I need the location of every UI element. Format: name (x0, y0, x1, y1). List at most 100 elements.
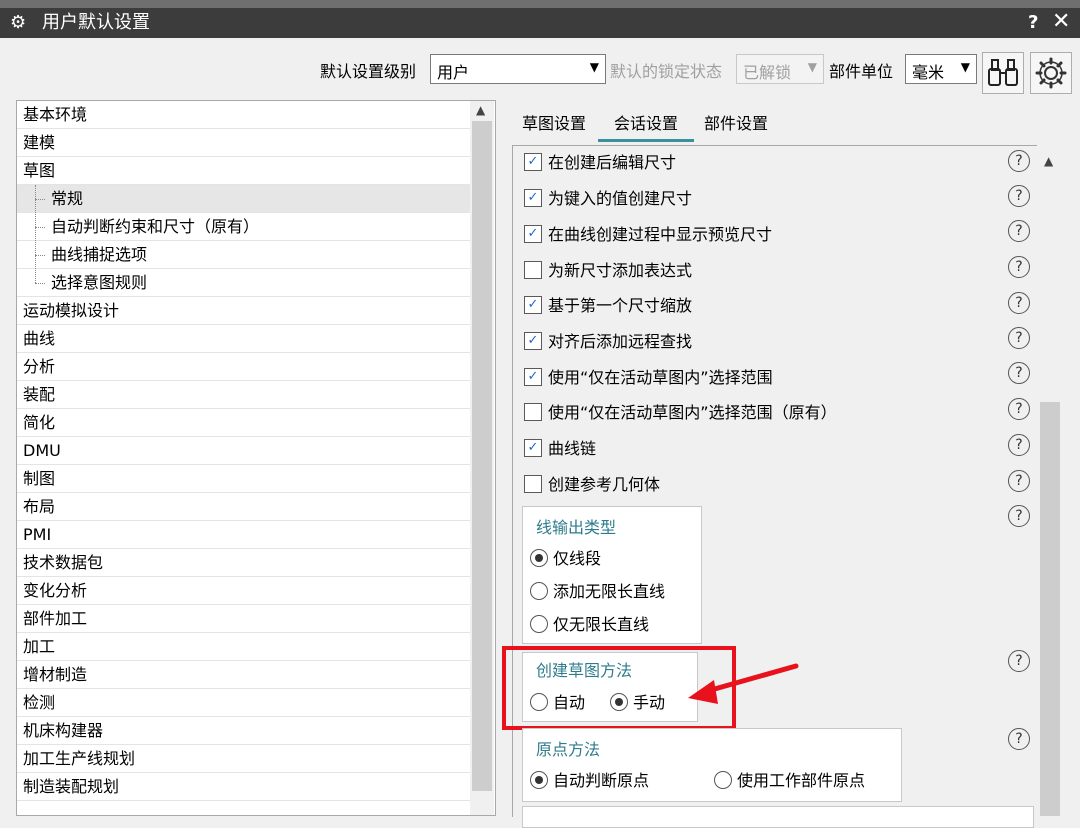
settings-tabs: 草图设置 会话设置 部件设置 (510, 102, 1070, 142)
next-group (522, 806, 1034, 828)
help-icon[interactable]: ? (1008, 470, 1030, 492)
active-tab-indicator (598, 139, 694, 142)
tree-item[interactable]: 基本环境 (17, 101, 471, 129)
option-edit-dimension-after-create[interactable]: ✓ 在创建后编辑尺寸 (524, 150, 676, 178)
tree-item[interactable]: 加工生产线规划 (17, 745, 471, 773)
option-create-dimension-for-typed-value[interactable]: ✓ 为键入的值创建尺寸 (524, 186, 692, 214)
tree-item[interactable]: 部件加工 (17, 605, 471, 633)
chevron-up-icon[interactable]: ▲ (476, 103, 485, 117)
option-add-remote-find[interactable]: ✓ 对齐后添加远程查找 (524, 329, 692, 357)
checkbox-checked[interactable]: ✓ (524, 224, 542, 243)
chevron-down-icon: ▼ (960, 60, 970, 74)
help-icon[interactable]: ? (1008, 398, 1030, 420)
close-button[interactable]: ✕ (1052, 10, 1070, 34)
tree-item[interactable]: 草图 (17, 157, 471, 185)
tree-item[interactable]: 机床构建器 (17, 717, 471, 745)
tab-sketch-settings[interactable]: 草图设置 (522, 110, 586, 134)
checkbox-checked[interactable]: ✓ (524, 295, 542, 314)
help-icon[interactable]: ? (1008, 362, 1030, 384)
tab-part-settings[interactable]: 部件设置 (704, 110, 768, 134)
tree-item[interactable]: 建模 (17, 129, 471, 157)
annotation-arrow-icon (688, 663, 799, 704)
level-dropdown[interactable]: 用户 ▼ (430, 54, 606, 84)
radio-button[interactable] (530, 581, 548, 600)
tree-item[interactable]: 检测 (17, 689, 471, 717)
option-active-sketch-scope[interactable]: ✓ 使用“仅在活动草图内”选择范围 (524, 365, 773, 393)
option-curve-chain[interactable]: ✓ 曲线链 (524, 436, 596, 464)
checkbox-unchecked[interactable] (524, 260, 542, 279)
option-label: 为键入的值创建尺寸 (548, 189, 693, 208)
tree-item[interactable]: 曲线捕捉选项 (17, 241, 471, 269)
find-button[interactable] (982, 52, 1024, 94)
help-button[interactable]: ? (1028, 12, 1038, 34)
radio-segments-only[interactable]: 仅线段 (530, 545, 601, 569)
help-icon[interactable]: ? (1008, 327, 1030, 349)
tree-item[interactable]: 制造装配规划 (17, 773, 471, 801)
help-icon[interactable]: ? (1008, 185, 1030, 207)
level-value: 用户 (437, 63, 470, 82)
option-scale-by-first-dimension[interactable]: ✓ 基于第一个尺寸缩放 (524, 293, 692, 321)
settings-scrollbar[interactable]: ▲ (1038, 146, 1062, 816)
checkbox-checked[interactable]: ✓ (524, 331, 542, 350)
tree-item[interactable]: 运动模拟设计 (17, 297, 471, 325)
lock-state-dropdown: 已解锁 ▼ (736, 54, 824, 84)
option-create-reference-geometry[interactable]: 创建参考几何体 (524, 472, 660, 500)
tree-item[interactable]: 技术数据包 (17, 549, 471, 577)
tree-item[interactable]: PMI (17, 521, 471, 549)
checkbox-checked[interactable]: ✓ (524, 438, 542, 457)
radio-button-selected[interactable] (530, 770, 548, 789)
option-active-sketch-scope-legacy[interactable]: 使用“仅在活动草图内”选择范围（原有） (524, 400, 837, 428)
lock-state-value: 已解锁 (743, 63, 792, 82)
line-output-title: 线输出类型 (536, 518, 617, 537)
tree-item[interactable]: 增材制造 (17, 661, 471, 689)
radio-button-selected[interactable] (530, 548, 548, 567)
help-icon[interactable]: ? (1008, 728, 1030, 750)
checkbox-checked[interactable]: ✓ (524, 152, 542, 171)
checkbox-checked[interactable]: ✓ (524, 188, 542, 207)
help-icon[interactable]: ? (1008, 150, 1030, 172)
unit-dropdown[interactable]: 毫米 ▼ (905, 54, 977, 84)
radio-add-infinite-lines[interactable]: 添加无限长直线 (530, 578, 665, 602)
binoculars-icon (988, 59, 1018, 86)
help-icon[interactable]: ? (1008, 650, 1030, 672)
help-icon[interactable]: ? (1008, 434, 1030, 456)
radio-infer-origin[interactable]: 自动判断原点 (530, 767, 649, 791)
tree-connector (35, 199, 45, 200)
tree-item[interactable]: 选择意图规则 (17, 269, 471, 297)
scroll-thumb[interactable] (472, 121, 492, 791)
radio-label: 自动判断原点 (553, 771, 650, 790)
tree-item[interactable]: 自动判断约束和尺寸（原有） (17, 213, 471, 241)
radio-infinite-lines-only[interactable]: 仅无限长直线 (530, 611, 649, 635)
tree-connector (35, 255, 45, 256)
checkbox-checked[interactable]: ✓ (524, 367, 542, 386)
tree-item[interactable]: 制图 (17, 465, 471, 493)
tree-item[interactable]: 简化 (17, 409, 471, 437)
tree-item[interactable]: 变化分析 (17, 577, 471, 605)
option-add-expression[interactable]: 为新尺寸添加表达式 (524, 258, 692, 286)
help-icon[interactable]: ? (1008, 256, 1030, 278)
tree-item-selected[interactable]: 常规 (17, 185, 471, 213)
help-icon[interactable]: ? (1008, 292, 1030, 314)
scroll-thumb[interactable] (1040, 402, 1060, 816)
tree-item[interactable]: 布局 (17, 493, 471, 521)
radio-button[interactable] (714, 770, 732, 789)
radio-button[interactable] (530, 614, 548, 633)
settings-button[interactable] (1030, 52, 1072, 94)
tree-scrollbar[interactable]: ▲ (470, 101, 494, 815)
tree-item[interactable]: 装配 (17, 381, 471, 409)
option-show-preview-dimension[interactable]: ✓ 在曲线创建过程中显示预览尺寸 (524, 222, 772, 250)
checkbox-unchecked[interactable] (524, 474, 542, 493)
help-icon[interactable]: ? (1008, 220, 1030, 242)
help-icon[interactable]: ? (1008, 505, 1030, 527)
tree-item[interactable]: 分析 (17, 353, 471, 381)
unit-label: 部件单位 (829, 62, 894, 81)
tree-item[interactable]: 曲线 (17, 325, 471, 353)
radio-work-part-origin[interactable]: 使用工作部件原点 (714, 767, 865, 791)
tree-item[interactable]: 加工 (17, 633, 471, 661)
checkbox-unchecked[interactable] (524, 402, 542, 421)
tree-item[interactable]: DMU (17, 437, 471, 465)
origin-method-title: 原点方法 (536, 740, 601, 759)
tab-session-settings[interactable]: 会话设置 (614, 110, 678, 134)
chevron-down-icon: ▼ (589, 60, 599, 74)
chevron-up-icon[interactable]: ▲ (1044, 154, 1053, 168)
